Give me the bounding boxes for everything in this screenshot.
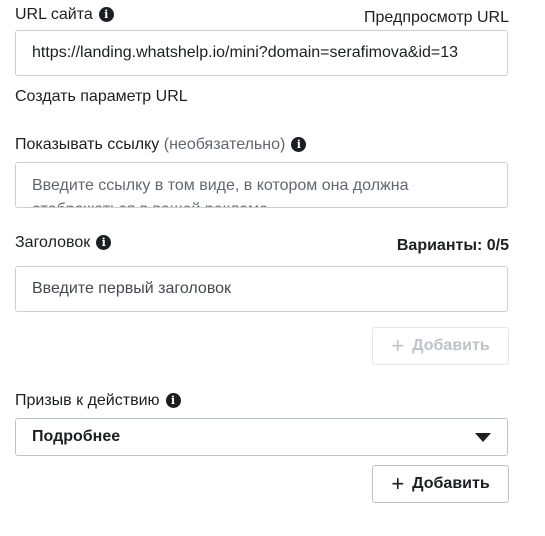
headline-add-button[interactable]: + Добавить bbox=[372, 327, 509, 365]
cta-label: Призыв к действию bbox=[15, 392, 160, 409]
display-link-label: Показывать ссылку bbox=[15, 136, 160, 153]
cta-select[interactable]: Подробнее bbox=[15, 418, 508, 456]
chevron-down-icon bbox=[475, 433, 491, 442]
url-input-value: https://landing.whatshelp.io/mini?domain… bbox=[32, 44, 459, 61]
create-url-param-link[interactable]: Создать параметр URL bbox=[15, 88, 188, 106]
headline-label-row: Заголовок i bbox=[15, 234, 112, 252]
info-icon[interactable]: i bbox=[96, 235, 112, 250]
display-link-placeholder-line1: Введите ссылку в том виде, в котором она… bbox=[32, 177, 409, 194]
display-link-placeholder-line2: отображаться в вашей рекламе bbox=[32, 198, 491, 207]
display-link-label-row: Показывать ссылку (необязательно) i bbox=[15, 136, 307, 154]
headline-label: Заголовок bbox=[15, 234, 91, 251]
url-preview-link[interactable]: Предпросмотр URL bbox=[364, 9, 509, 27]
cta-add-button[interactable]: + Добавить bbox=[372, 465, 509, 503]
info-icon[interactable]: i bbox=[165, 393, 181, 408]
cta-add-label: Добавить bbox=[412, 475, 490, 492]
optional-hint: (необязательно) bbox=[163, 136, 286, 153]
cta-selected-value: Подробнее bbox=[32, 428, 121, 445]
cta-label-row: Призыв к действию i bbox=[15, 392, 181, 410]
display-link-input[interactable]: Введите ссылку в том виде, в котором она… bbox=[15, 162, 508, 208]
headline-add-label: Добавить bbox=[412, 337, 490, 354]
headline-variants-count: Варианты: 0/5 bbox=[396, 237, 509, 254]
info-icon[interactable]: i bbox=[98, 7, 114, 22]
url-label-row: URL сайта i bbox=[15, 6, 114, 24]
plus-icon: + bbox=[391, 333, 405, 358]
url-label: URL сайта bbox=[15, 6, 93, 23]
plus-icon: + bbox=[391, 471, 405, 496]
headline-input[interactable]: Введите первый заголовок bbox=[15, 266, 508, 312]
info-icon[interactable]: i bbox=[291, 137, 307, 152]
headline-placeholder: Введите первый заголовок bbox=[32, 280, 232, 297]
url-input[interactable]: https://landing.whatshelp.io/mini?domain… bbox=[15, 30, 508, 76]
